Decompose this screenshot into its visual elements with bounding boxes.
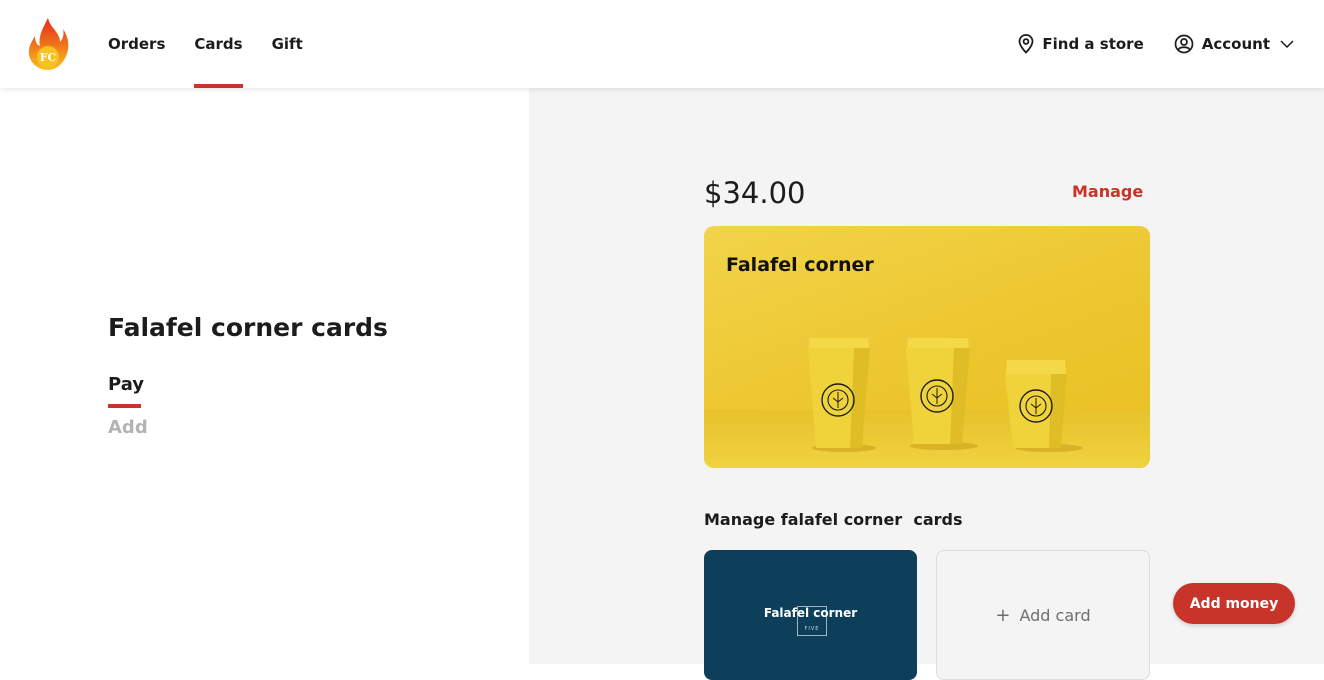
manage-cards-title: Manage falafel corner cards [704, 510, 963, 529]
tab-pay[interactable]: Pay [108, 374, 144, 408]
find-store-link[interactable]: Find a store [1018, 34, 1144, 54]
cup-middle [906, 338, 970, 444]
account-label: Account [1201, 35, 1270, 53]
saved-card-label: Falafel corner [763, 606, 858, 620]
cup-left [808, 338, 870, 448]
page-title: Falafel corner cards [108, 313, 388, 342]
account-menu[interactable]: Account [1174, 34, 1294, 54]
top-header: FC Orders Cards Gift Find a store Accoun… [0, 0, 1324, 88]
left-panel: Falafel corner cards Pay Add [0, 88, 529, 664]
logo-text: FC [40, 51, 57, 64]
main-nav: Orders Cards Gift [108, 0, 332, 88]
add-money-button[interactable]: Add money [1173, 583, 1295, 624]
find-store-label: Find a store [1042, 35, 1144, 53]
header-actions: Find a store Account [988, 0, 1294, 88]
right-panel: $34.00 Manage Falafel corner Manage fala… [529, 88, 1324, 680]
add-card-label: Add card [1019, 605, 1091, 625]
manage-link[interactable]: Manage [1072, 182, 1143, 201]
nav-gift[interactable]: Gift [272, 0, 303, 88]
chevron-down-icon [1280, 40, 1294, 48]
card-emblem-text: FIVE [804, 626, 820, 632]
gift-card-image[interactable]: Falafel corner [704, 226, 1150, 468]
nav-orders[interactable]: Orders [108, 0, 165, 88]
falafel-corner-logo[interactable]: FC [26, 16, 70, 72]
card-balance: $34.00 [704, 176, 806, 210]
plus-icon: + [995, 604, 1011, 626]
add-card-button[interactable]: + Add card [936, 550, 1150, 680]
nav-cards[interactable]: Cards [194, 0, 243, 88]
cup-right [1005, 360, 1067, 448]
account-icon [1174, 34, 1194, 54]
location-pin-icon [1019, 34, 1034, 54]
tab-add[interactable]: Add [108, 417, 148, 438]
saved-card[interactable]: FIVE Falafel corner [704, 550, 917, 680]
coffee-cups-illustration [808, 338, 1083, 452]
